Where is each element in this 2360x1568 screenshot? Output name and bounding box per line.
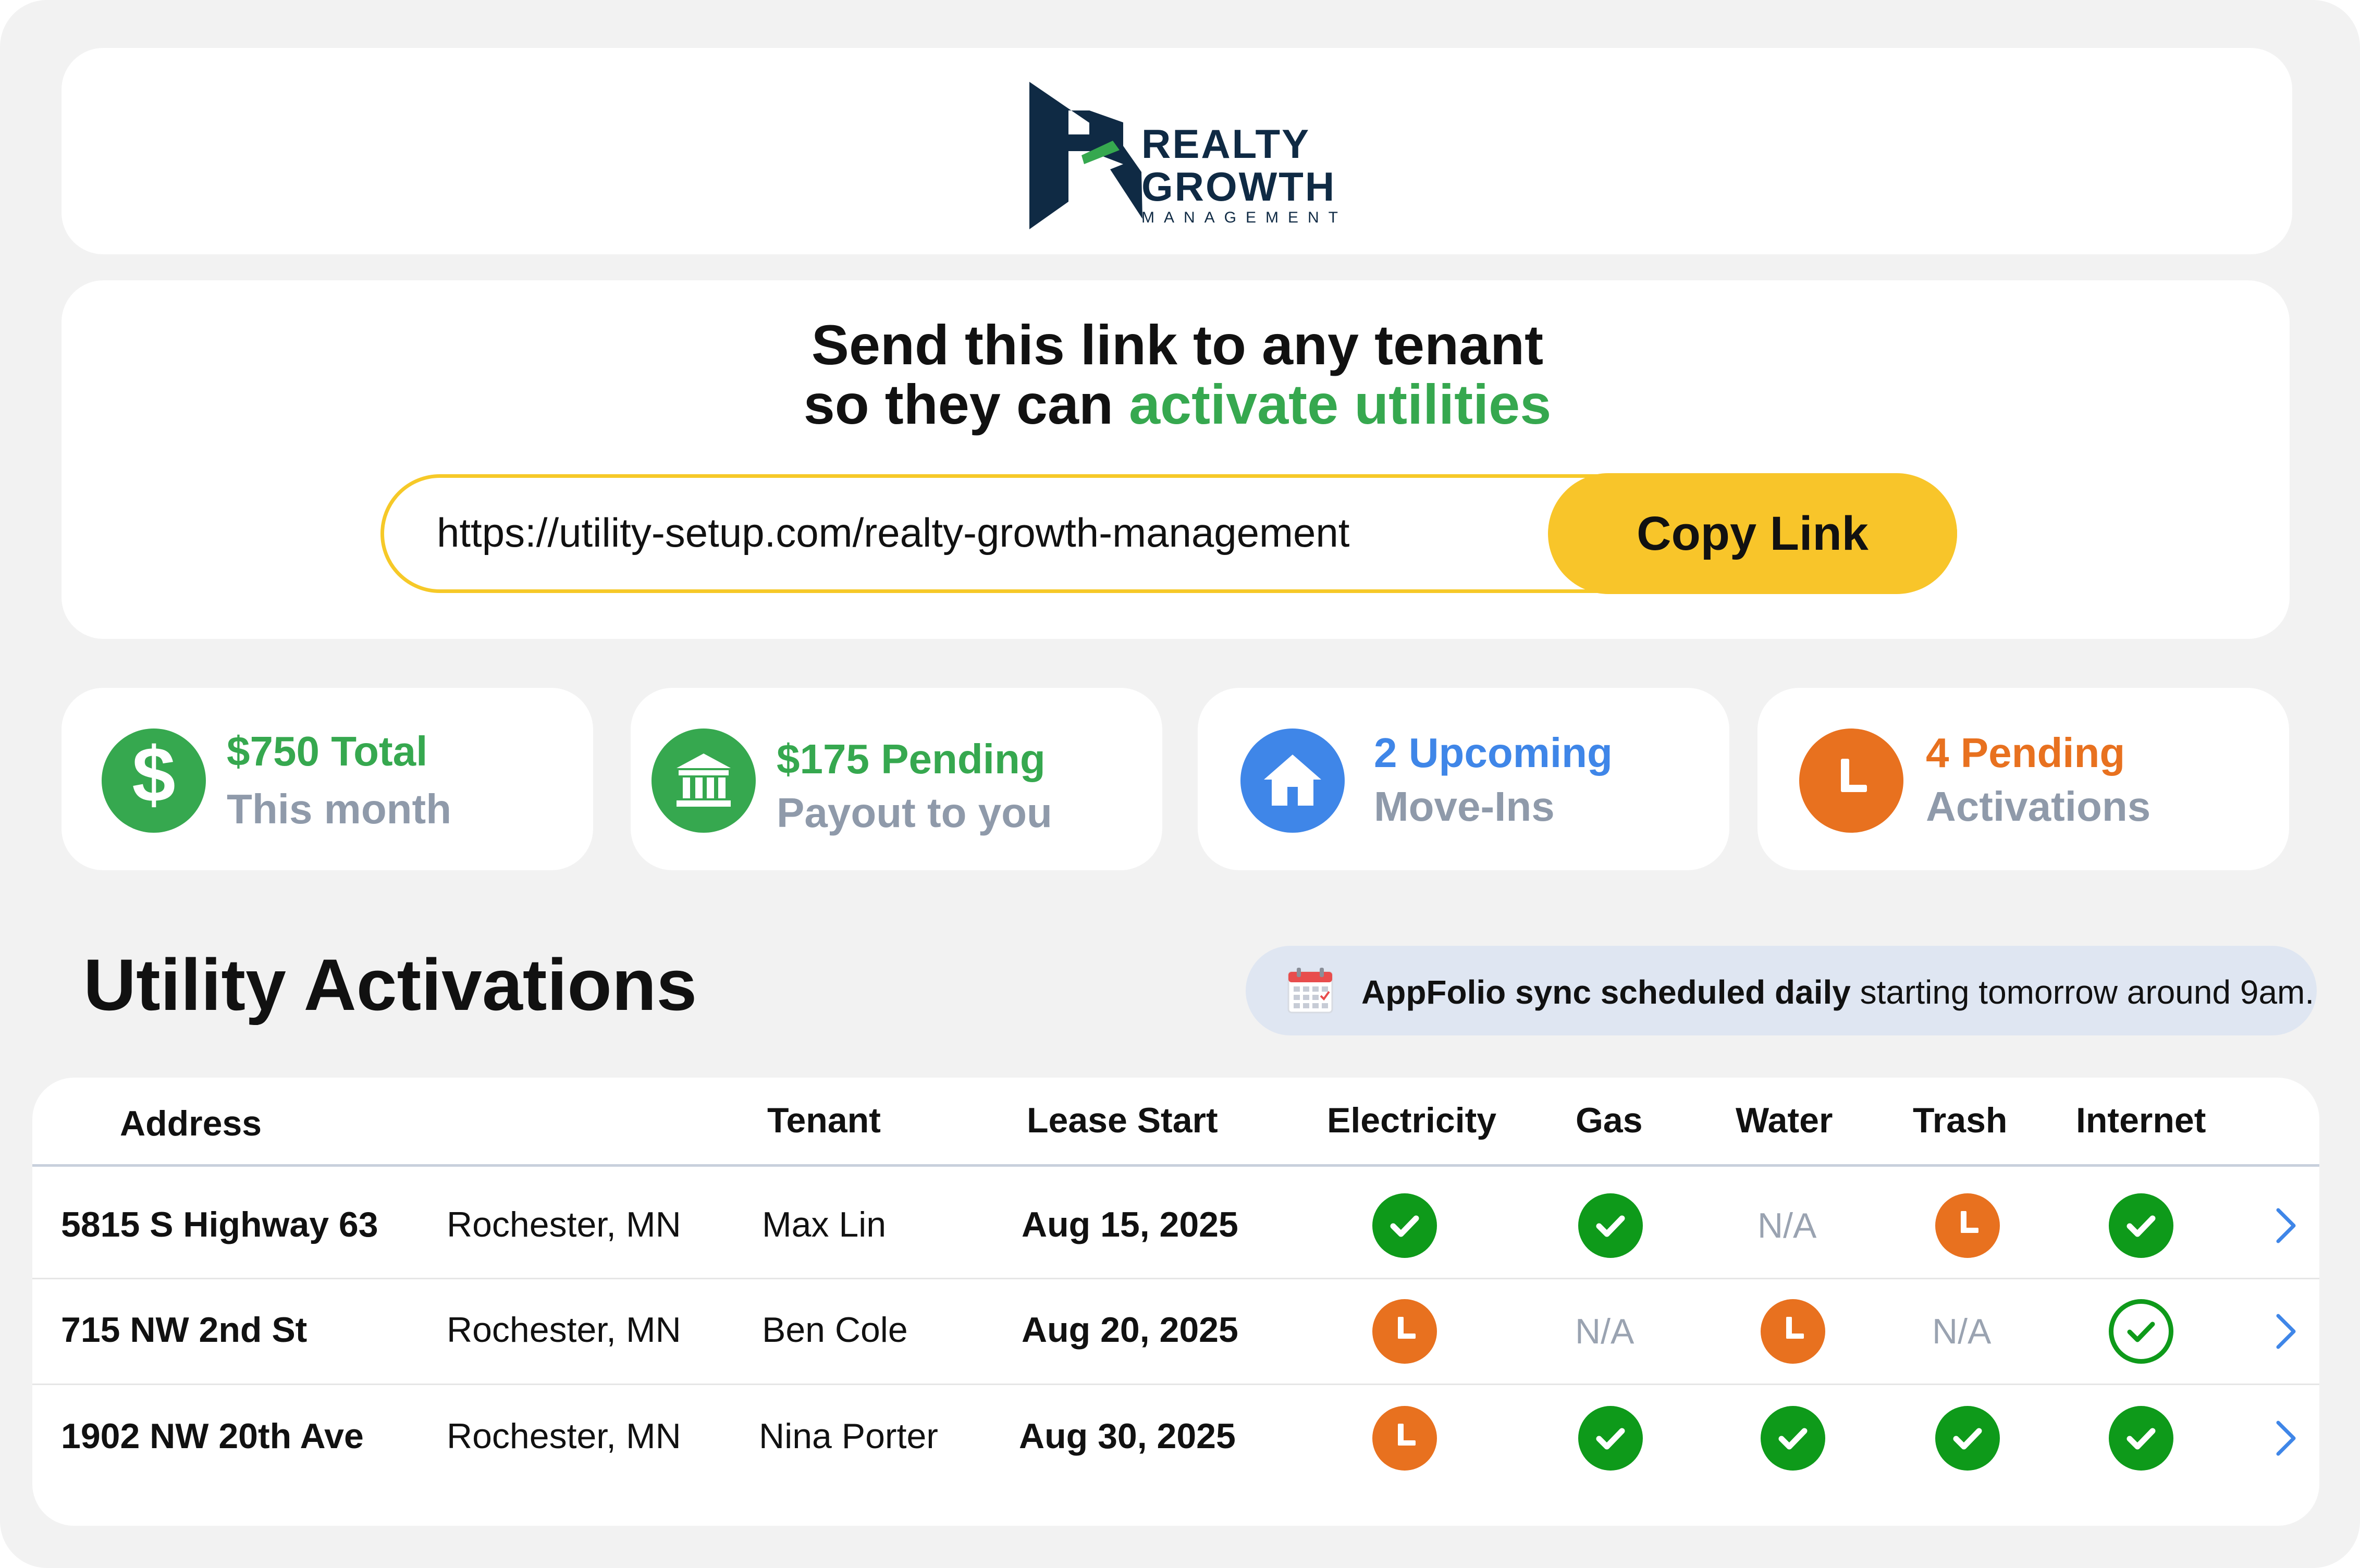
row-address: 5815 S Highway 63	[61, 1205, 378, 1244]
row-divider	[32, 1384, 2319, 1385]
chevron-right-icon[interactable]	[2270, 1308, 2302, 1355]
chevron-right-icon[interactable]	[2270, 1202, 2302, 1249]
stat-activations-value: 4 Pending	[1926, 730, 2125, 776]
trash-status-check-icon	[1935, 1406, 2000, 1471]
headline-highlight: activate utilities	[1128, 373, 1552, 436]
logo-line-realty: REALTY	[1141, 121, 1311, 167]
gas-status-check-icon	[1578, 1193, 1643, 1258]
copy-link-button[interactable]: Copy Link	[1548, 473, 1957, 594]
status-na-gas: N/A	[1575, 1312, 1634, 1351]
internet-status-check-icon	[2109, 1193, 2173, 1258]
col-header-address[interactable]: Address	[120, 1103, 262, 1144]
sync-message-rest: starting tomorrow around 9am.	[1850, 973, 2315, 1011]
row-address: 1902 NW 20th Ave	[61, 1416, 364, 1456]
gas-status-check-icon	[1578, 1406, 1643, 1471]
row-tenant: Ben Cole	[762, 1310, 908, 1350]
row-address: 715 NW 2nd St	[61, 1310, 308, 1350]
stat-payout-value: $175 Pending	[777, 736, 1046, 782]
share-headline: Send this link to any tenant so they can…	[0, 315, 2355, 434]
url-text[interactable]: https://utility-setup.com/realty-growth-…	[437, 508, 1349, 558]
svg-text:$: $	[132, 731, 175, 818]
row-lease-start: Aug 30, 2025	[1019, 1416, 1236, 1456]
home-icon	[1240, 729, 1345, 833]
row-city: Rochester, MN	[447, 1416, 681, 1456]
internet-status-check-icon	[2109, 1299, 2173, 1364]
headline-prefix: so they can	[803, 373, 1129, 436]
col-header-lease-start[interactable]: Lease Start	[1027, 1100, 1218, 1141]
bank-icon	[652, 729, 756, 833]
stat-total-caption: This month	[227, 786, 452, 832]
stat-move-ins-caption: Move-Ins	[1374, 783, 1555, 830]
row-lease-start: Aug 15, 2025	[1022, 1205, 1238, 1244]
dollar-icon: $	[102, 729, 206, 833]
row-tenant: Nina Porter	[759, 1416, 938, 1456]
water-status-check-icon	[1761, 1406, 1825, 1471]
row-tenant: Max Lin	[762, 1205, 887, 1244]
logo-line-management: MANAGEMENT	[1141, 209, 1348, 226]
stat-move-ins-value: 2 Upcoming	[1374, 730, 1613, 776]
stat-payout-caption: Payout to you	[777, 789, 1052, 836]
trash-status-clock-icon	[1935, 1193, 2000, 1258]
col-header-gas[interactable]: Gas	[1576, 1100, 1643, 1141]
electricity-status-check-icon	[1372, 1193, 1437, 1258]
headline-line1: Send this link to any tenant	[811, 313, 1544, 376]
sync-message-bold: AppFolio sync scheduled daily	[1361, 973, 1851, 1011]
row-divider	[32, 1278, 2319, 1279]
col-header-trash[interactable]: Trash	[1913, 1100, 2007, 1141]
calendar-icon	[1287, 968, 1333, 1014]
status-na-trash: N/A	[1932, 1312, 1992, 1351]
col-header-internet[interactable]: Internet	[2076, 1100, 2206, 1141]
logo-line-growth: GROWTH	[1141, 164, 1336, 209]
section-title: Utility Activations	[83, 944, 697, 1026]
status-na-water: N/A	[1757, 1206, 1817, 1245]
stat-activations-caption: Activations	[1926, 783, 2151, 830]
water-status-clock-icon	[1761, 1299, 1825, 1364]
electricity-status-clock-icon	[1372, 1406, 1437, 1471]
logo-wordmark: REALTY GROWTH MANAGEMENT	[1141, 122, 1347, 227]
row-lease-start: Aug 20, 2025	[1022, 1310, 1238, 1350]
internet-status-check-icon	[2109, 1406, 2173, 1471]
col-header-electricity[interactable]: Electricity	[1327, 1100, 1496, 1141]
col-header-water[interactable]: Water	[1736, 1100, 1833, 1141]
col-header-tenant[interactable]: Tenant	[767, 1100, 881, 1141]
row-city: Rochester, MN	[447, 1205, 681, 1244]
header-divider	[32, 1164, 2319, 1167]
chevron-right-icon[interactable]	[2270, 1415, 2302, 1462]
electricity-status-clock-icon	[1372, 1299, 1437, 1364]
stat-total-value: $750 Total	[227, 728, 428, 774]
clock-icon	[1799, 729, 1903, 833]
row-city: Rochester, MN	[447, 1310, 681, 1350]
sync-message: AppFolio sync scheduled daily starting t…	[1361, 972, 2314, 1012]
headline-line2: so they can activate utilities	[0, 375, 2355, 434]
